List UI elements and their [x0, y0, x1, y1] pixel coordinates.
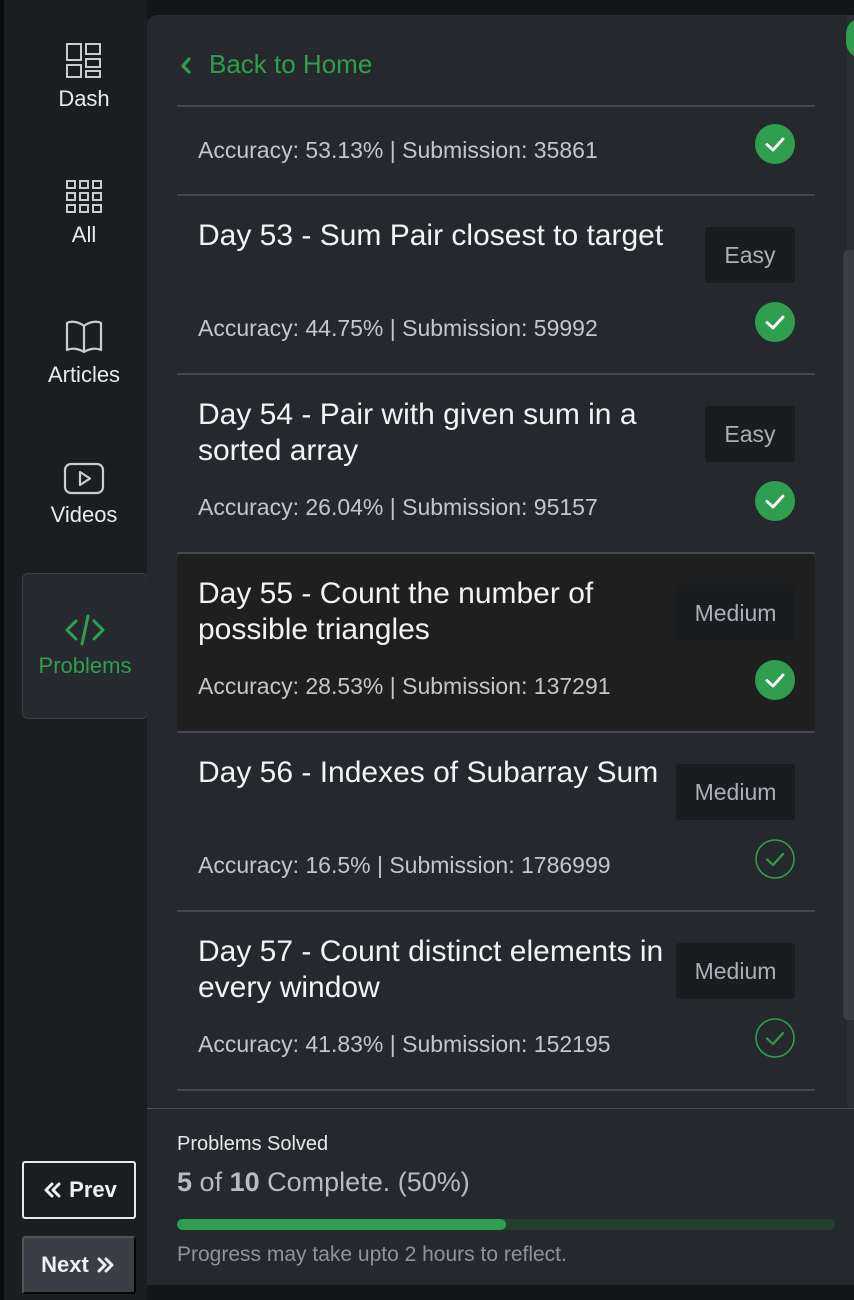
book-icon — [65, 320, 103, 354]
unsolved-check-icon — [755, 1018, 795, 1058]
sidebar-item-all[interactable]: All — [22, 178, 146, 248]
problem-row[interactable]: Day 53 - Sum Pair closest to target Easy… — [177, 196, 815, 375]
problem-stats: Accuracy: 44.75% | Submission: 59992 — [198, 315, 598, 341]
problem-row[interactable]: Day 55 - Count the number of possible tr… — [177, 554, 815, 733]
problems-panel: Back to Home Accuracy: 53.13% | Submissi… — [147, 15, 847, 1285]
problem-stats: Accuracy: 53.13% | Submission: 35861 — [198, 137, 598, 163]
sidebar-item-label: All — [71, 222, 97, 247]
problem-stats: Accuracy: 28.53% | Submission: 137291 — [198, 673, 611, 699]
grid-icon — [66, 180, 102, 213]
next-label: Next — [41, 1252, 89, 1277]
problem-row[interactable]: Day 54 - Pair with given sum in a sorted… — [177, 375, 815, 554]
back-label: Back to Home — [209, 49, 373, 79]
solved-count: 5 — [177, 1167, 193, 1197]
problem-title: Day 53 - Sum Pair closest to target — [198, 219, 664, 252]
unsolved-check-icon — [755, 839, 795, 879]
problem-stats: Accuracy: 16.5% | Submission: 1786999 — [198, 852, 611, 878]
problem-title: Day 56 - Indexes of Subarray Sum — [198, 756, 659, 789]
sidebar-item-label: Articles — [47, 362, 121, 387]
problem-row[interactable]: Day 57 - Count distinct elements in ever… — [177, 912, 815, 1091]
prev-button[interactable]: Prev — [22, 1161, 136, 1219]
next-button[interactable]: Next — [22, 1236, 136, 1294]
back-to-home-link[interactable]: Back to Home — [177, 49, 372, 80]
sidebar-item-dash[interactable]: Dash — [22, 42, 146, 112]
sidebar-item-label: Dash — [58, 86, 110, 111]
play-icon — [63, 462, 105, 495]
sidebar: Dash All Articles Videos Problems Prev N… — [4, 0, 148, 1300]
complete-text: Complete. (50%) — [267, 1167, 470, 1197]
problem-stats: Accuracy: 26.04% | Submission: 95157 — [198, 494, 598, 520]
solved-check-icon — [755, 302, 795, 342]
scrollbar-thumb[interactable] — [843, 250, 854, 1020]
progress-title: Problems Solved — [177, 1133, 329, 1155]
sidebar-item-articles[interactable]: Articles — [22, 318, 146, 388]
double-chevron-left-icon — [44, 1182, 61, 1198]
progress-status: 5 of 10 Complete. (50%) — [177, 1167, 470, 1198]
dashboard-icon — [66, 43, 101, 78]
solved-check-icon — [755, 124, 795, 164]
progress-card: Problems Solved 5 of 10 Complete. (50%) … — [147, 1108, 854, 1285]
difficulty-badge: Medium — [676, 764, 795, 820]
difficulty-badge: Medium — [676, 585, 795, 641]
chevron-left-icon — [181, 56, 191, 74]
problem-row[interactable]: Accuracy: 53.13% | Submission: 35861 — [177, 107, 815, 196]
of-text: of — [199, 1167, 223, 1197]
solved-check-icon — [755, 481, 795, 521]
progress-bar — [177, 1219, 835, 1230]
progress-bar-fill — [177, 1219, 506, 1230]
problem-stats: Accuracy: 41.83% | Submission: 152195 — [198, 1031, 611, 1057]
code-icon — [65, 614, 105, 646]
difficulty-badge: Easy — [705, 227, 795, 283]
sidebar-item-label: Problems — [38, 653, 132, 678]
sidebar-item-videos[interactable]: Videos — [22, 462, 146, 528]
difficulty-badge: Easy — [705, 406, 795, 462]
total-count: 10 — [229, 1167, 260, 1197]
solved-check-icon — [755, 660, 795, 700]
double-chevron-right-icon — [97, 1257, 114, 1273]
sidebar-item-label: Videos — [50, 502, 118, 527]
progress-note: Progress may take upto 2 hours to reflec… — [177, 1243, 567, 1266]
difficulty-badge: Medium — [676, 943, 795, 999]
problem-title: Day 54 - Pair with given sum in a sorted… — [198, 398, 637, 467]
problem-title: Day 55 - Count the number of possible tr… — [198, 577, 594, 646]
prev-label: Prev — [69, 1177, 117, 1202]
problem-title: Day 57 - Count distinct elements in ever… — [198, 935, 664, 1004]
problem-row[interactable]: Day 56 - Indexes of Subarray Sum Medium … — [177, 733, 815, 912]
sidebar-item-problems[interactable]: Problems — [22, 573, 148, 719]
